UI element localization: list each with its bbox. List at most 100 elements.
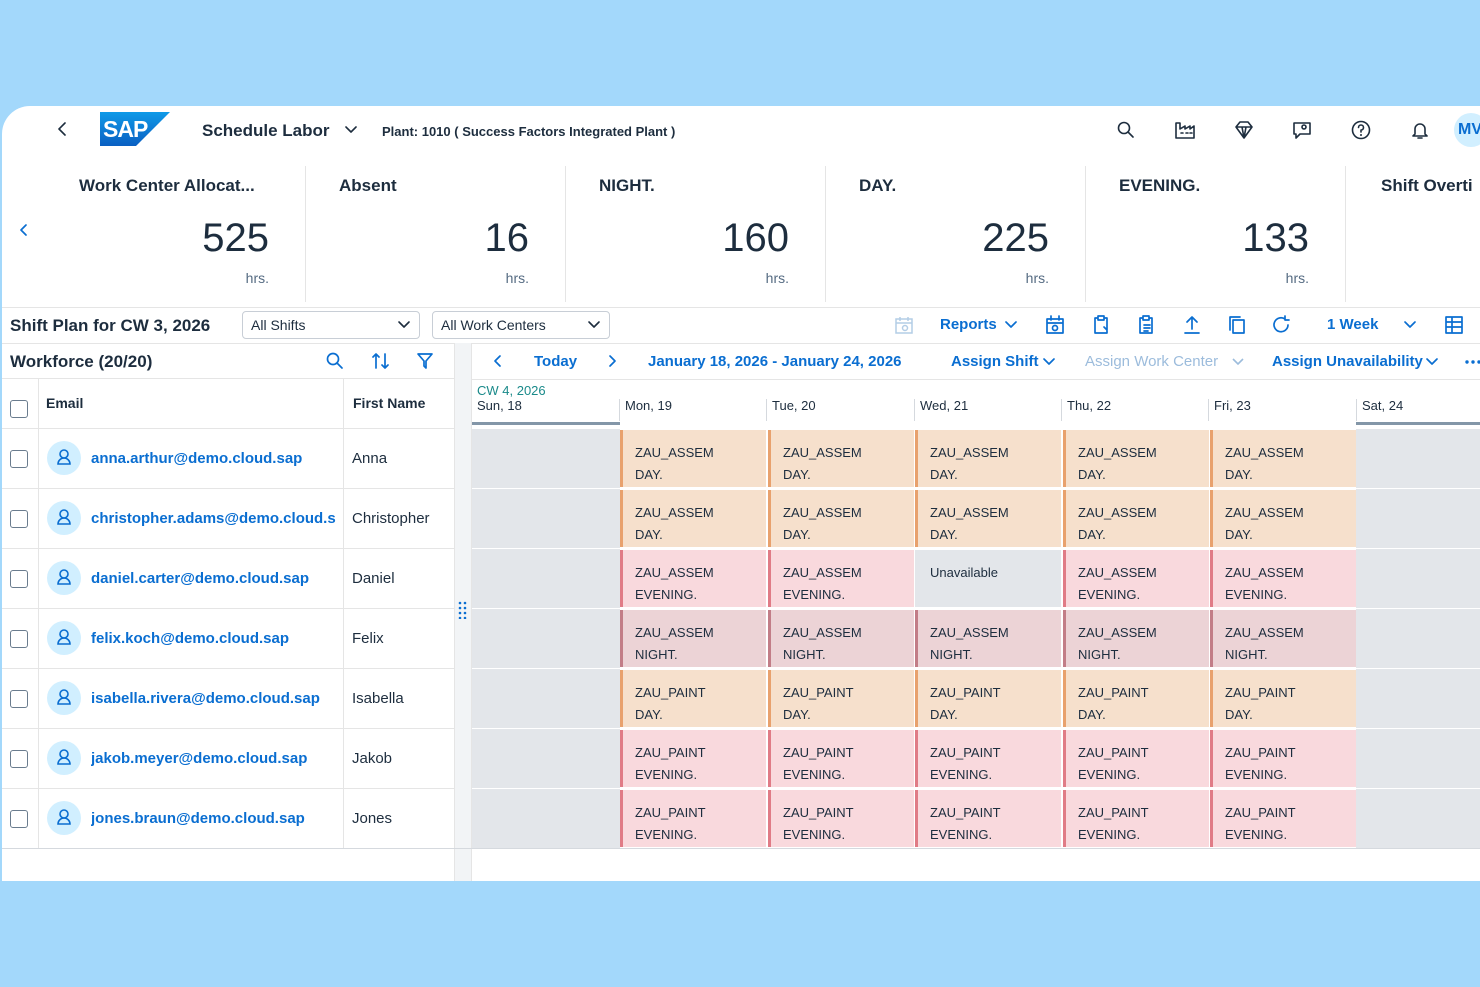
- assign-work-center-menu[interactable]: Assign Work Center: [1085, 353, 1218, 370]
- calendar-view-icon[interactable]: [1044, 314, 1066, 336]
- column-header-first-name[interactable]: First Name: [353, 378, 425, 428]
- email-link[interactable]: jones.braun@demo.cloud.sap: [91, 810, 343, 827]
- shift-cell[interactable]: ZAU_PAINT EVENING.: [1210, 790, 1356, 847]
- shift-cell[interactable]: ZAU_ASSEM NIGHT.: [915, 610, 1061, 667]
- shift-cell[interactable]: ZAU_PAINT EVENING.: [1063, 730, 1209, 787]
- row-checkbox[interactable]: [10, 570, 28, 588]
- shift-cell[interactable]: ZAU_ASSEM DAY.: [1210, 430, 1356, 487]
- shift-cell[interactable]: ZAU_ASSEM DAY.: [1210, 490, 1356, 547]
- shift-cell[interactable]: ZAU_PAINT EVENING.: [1063, 790, 1209, 847]
- shift-cell[interactable]: ZAU_PAINT DAY.: [620, 670, 766, 727]
- reports-menu[interactable]: Reports: [940, 316, 997, 333]
- email-link[interactable]: isabella.rivera@demo.cloud.sap: [91, 690, 343, 707]
- clipboard-list-icon[interactable]: [1135, 314, 1157, 336]
- table-row[interactable]: jones.braun@demo.cloud.sap Jones: [2, 789, 454, 849]
- calendar-search-icon[interactable]: [894, 315, 916, 335]
- shift-cell[interactable]: ZAU_PAINT EVENING.: [915, 790, 1061, 847]
- shift-cell[interactable]: ZAU_ASSEM DAY.: [1063, 430, 1209, 487]
- app-title[interactable]: Schedule Labor: [202, 121, 330, 141]
- shift-cell[interactable]: ZAU_PAINT DAY.: [1063, 670, 1209, 727]
- shift-cell[interactable]: ZAU_ASSEM EVENING.: [1063, 550, 1209, 607]
- shift-cell[interactable]: ZAU_PAINT DAY.: [915, 670, 1061, 727]
- today-button[interactable]: Today: [534, 353, 577, 370]
- table-settings-icon[interactable]: [1443, 314, 1465, 336]
- upload-icon[interactable]: [1181, 314, 1203, 336]
- assign-shift-menu[interactable]: Assign Shift: [951, 353, 1039, 370]
- shift-filter-select[interactable]: All Shifts: [242, 311, 420, 339]
- user-avatar[interactable]: MV: [1454, 113, 1480, 147]
- kpi-night[interactable]: NIGHT. 160 hrs.: [566, 166, 826, 302]
- shift-cell[interactable]: ZAU_ASSEM NIGHT.: [1063, 610, 1209, 667]
- range-select[interactable]: 1 Week: [1327, 316, 1378, 333]
- more-options-icon[interactable]: [1464, 359, 1480, 365]
- shift-cell[interactable]: ZAU_PAINT EVENING.: [620, 790, 766, 847]
- table-row[interactable]: jakob.meyer@demo.cloud.sap Jakob: [2, 729, 454, 789]
- shift-cell[interactable]: ZAU_ASSEM DAY.: [915, 430, 1061, 487]
- select-all-checkbox[interactable]: [10, 400, 28, 418]
- date-range-picker[interactable]: January 18, 2026 - January 24, 2026: [648, 353, 902, 370]
- feedback-icon[interactable]: [1291, 119, 1313, 141]
- help-icon[interactable]: [1350, 119, 1372, 141]
- table-row[interactable]: felix.koch@demo.cloud.sap Felix: [2, 609, 454, 669]
- shift-cell[interactable]: ZAU_ASSEM EVENING.: [620, 550, 766, 607]
- next-week-icon[interactable]: [606, 354, 618, 368]
- table-row[interactable]: christopher.adams@demo.cloud.s Christophe…: [2, 489, 454, 549]
- chevron-down-icon[interactable]: [1425, 356, 1439, 368]
- email-link[interactable]: jakob.meyer@demo.cloud.sap: [91, 750, 343, 767]
- row-checkbox[interactable]: [10, 810, 28, 828]
- shift-cell[interactable]: ZAU_ASSEM NIGHT.: [1210, 610, 1356, 667]
- shift-cell[interactable]: ZAU_PAINT DAY.: [1210, 670, 1356, 727]
- table-row[interactable]: anna.arthur@demo.cloud.sap Anna: [2, 429, 454, 489]
- shift-cell[interactable]: ZAU_ASSEM DAY.: [620, 490, 766, 547]
- notification-bell-icon[interactable]: [1409, 119, 1431, 141]
- email-link[interactable]: anna.arthur@demo.cloud.sap: [91, 450, 343, 467]
- email-link[interactable]: felix.koch@demo.cloud.sap: [91, 630, 343, 647]
- chevron-down-icon[interactable]: [344, 124, 358, 136]
- shift-cell[interactable]: ZAU_ASSEM NIGHT.: [768, 610, 914, 667]
- row-checkbox[interactable]: [10, 690, 28, 708]
- previous-week-icon[interactable]: [492, 354, 504, 368]
- shift-cell[interactable]: ZAU_ASSEM DAY.: [915, 490, 1061, 547]
- chevron-down-icon[interactable]: [1231, 356, 1245, 368]
- shift-cell[interactable]: ZAU_PAINT DAY.: [768, 670, 914, 727]
- email-link[interactable]: daniel.carter@demo.cloud.sap: [91, 570, 343, 587]
- work-center-filter-select[interactable]: All Work Centers: [432, 311, 610, 339]
- shift-cell[interactable]: ZAU_PAINT EVENING.: [1210, 730, 1356, 787]
- shift-cell[interactable]: ZAU_PAINT EVENING.: [768, 790, 914, 847]
- kpi-work-center-allocation[interactable]: Work Center Allocat... 525 hrs.: [50, 166, 306, 302]
- back-icon[interactable]: [54, 120, 70, 138]
- refresh-icon[interactable]: [1270, 314, 1292, 336]
- kpi-day[interactable]: DAY. 225 hrs.: [826, 166, 1086, 302]
- chevron-down-icon[interactable]: [1004, 319, 1018, 331]
- drag-handle-icon[interactable]: [458, 601, 468, 619]
- email-link[interactable]: christopher.adams@demo.cloud.s: [91, 510, 343, 527]
- shift-cell[interactable]: ZAU_ASSEM EVENING.: [1210, 550, 1356, 607]
- diamond-icon[interactable]: [1233, 119, 1255, 141]
- shift-cell[interactable]: ZAU_ASSEM DAY.: [768, 490, 914, 547]
- sort-icon[interactable]: [370, 351, 392, 371]
- shift-cell[interactable]: ZAU_ASSEM DAY.: [1063, 490, 1209, 547]
- kpi-absent[interactable]: Absent 16 hrs.: [306, 166, 566, 302]
- chevron-down-icon[interactable]: [1042, 356, 1056, 368]
- search-icon[interactable]: [1116, 120, 1136, 140]
- table-row[interactable]: daniel.carter@demo.cloud.sap Daniel: [2, 549, 454, 609]
- filter-icon[interactable]: [415, 351, 435, 371]
- copy-icon[interactable]: [1226, 314, 1248, 336]
- row-checkbox[interactable]: [10, 630, 28, 648]
- shift-cell[interactable]: ZAU_ASSEM EVENING.: [768, 550, 914, 607]
- clipboard-icon[interactable]: [1090, 314, 1112, 336]
- kpi-shift-overtime[interactable]: Shift Overti: [1346, 166, 1480, 302]
- row-checkbox[interactable]: [10, 450, 28, 468]
- shift-cell[interactable]: ZAU_PAINT EVENING.: [620, 730, 766, 787]
- table-row[interactable]: isabella.rivera@demo.cloud.sap Isabella: [2, 669, 454, 729]
- assign-unavailability-menu[interactable]: Assign Unavailability: [1272, 353, 1423, 370]
- row-checkbox[interactable]: [10, 750, 28, 768]
- shift-cell[interactable]: ZAU_PAINT EVENING.: [915, 730, 1061, 787]
- row-checkbox[interactable]: [10, 510, 28, 528]
- shift-cell[interactable]: ZAU_ASSEM DAY.: [620, 430, 766, 487]
- column-header-email[interactable]: Email: [46, 378, 83, 428]
- chevron-down-icon[interactable]: [1403, 319, 1417, 331]
- shift-cell[interactable]: ZAU_ASSEM DAY.: [768, 430, 914, 487]
- plant-icon[interactable]: [1174, 120, 1196, 140]
- search-icon[interactable]: [325, 351, 345, 371]
